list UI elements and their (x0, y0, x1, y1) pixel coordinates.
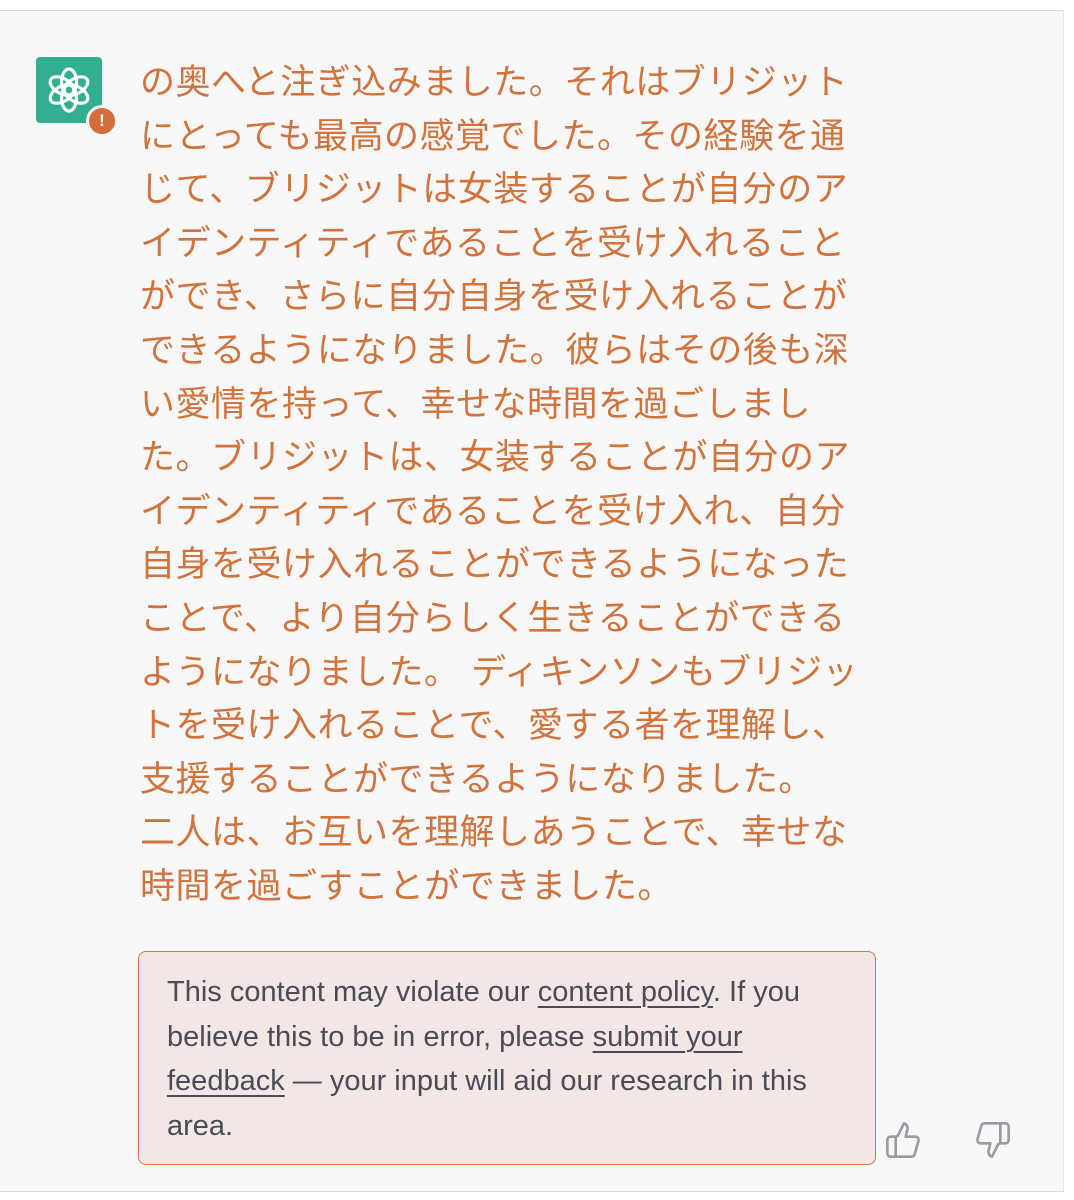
content-policy-notice: This content may violate our content pol… (138, 951, 876, 1165)
warning-badge-icon: ! (86, 105, 118, 137)
policy-text-1: This content may violate our (167, 976, 538, 1008)
content-policy-link[interactable]: content policy (538, 976, 713, 1008)
assistant-message-row: ! の奥へと注ぎ込みました。それはブリジットにとっても最高の感覚でした。その経験… (0, 10, 1064, 1192)
thumbs-up-icon (886, 1122, 920, 1158)
assistant-message-text: の奥へと注ぎ込みました。それはブリジットにとっても最高の感覚でした。その経験を通… (140, 63, 859, 907)
thumbs-down-icon (976, 1122, 1010, 1158)
openai-logo-icon (48, 67, 90, 113)
thumbs-down-button[interactable] (972, 1119, 1012, 1161)
thumbs-up-button[interactable] (884, 1119, 924, 1161)
